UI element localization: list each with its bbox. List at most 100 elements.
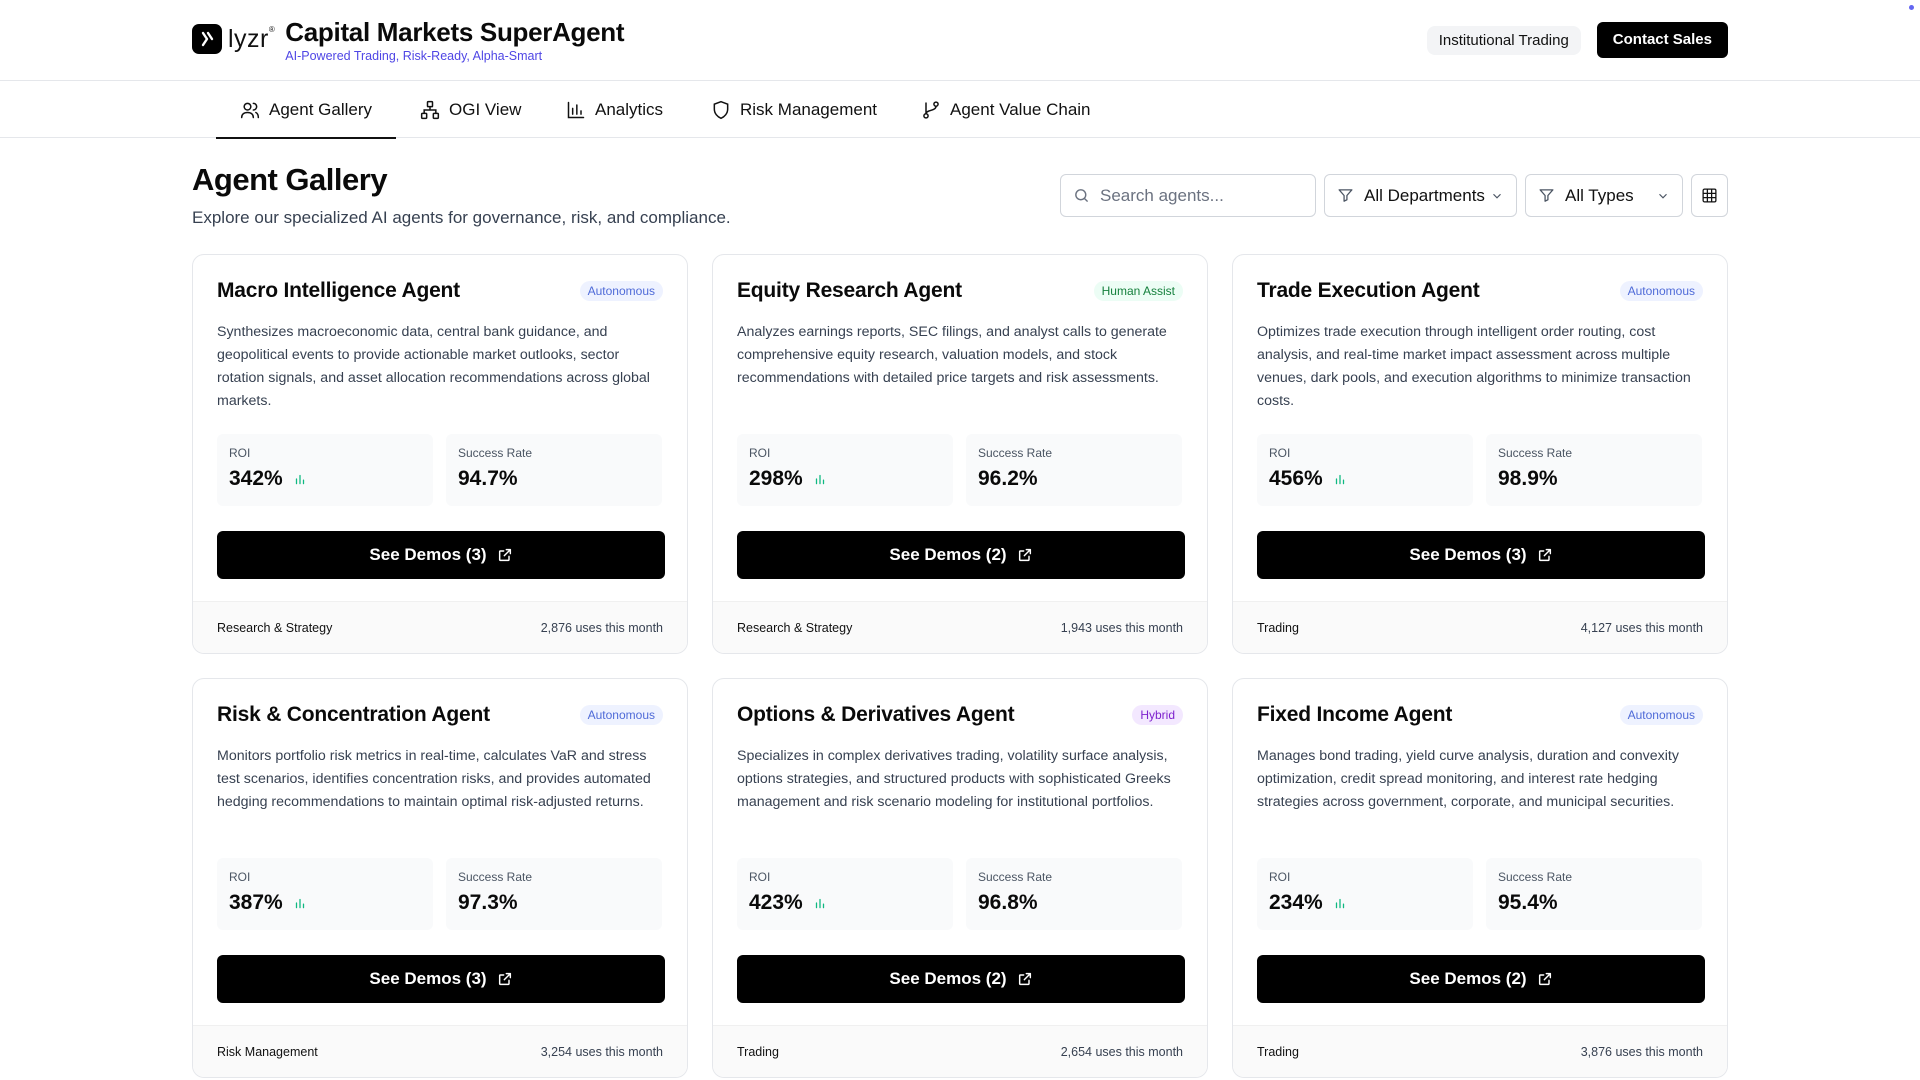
- roi-value: 342%: [229, 467, 283, 490]
- external-link-icon: [498, 972, 511, 986]
- success-rate-metric: Success Rate 97.3%: [446, 858, 662, 930]
- card-footer: Trading 3,876 uses this month: [1233, 1025, 1727, 1077]
- agent-department: Trading: [1257, 620, 1299, 635]
- agent-type-badge: Autonomous: [1619, 705, 1703, 725]
- success-rate-value: 98.9%: [1498, 467, 1558, 490]
- department-select-value: All Departments: [1364, 185, 1485, 205]
- search-input[interactable]: [1100, 185, 1300, 206]
- app-title: Capital Markets SuperAgent: [285, 17, 625, 47]
- bar-chart-icon: [567, 101, 585, 118]
- roi-metric: ROI 342%: [217, 434, 433, 506]
- agent-card: Options & Derivatives Agent Hybrid Speci…: [712, 678, 1208, 1078]
- see-demos-label: See Demos (2): [889, 545, 1007, 564]
- logo-mark-icon: [192, 24, 222, 54]
- agent-department: Research & Strategy: [217, 620, 333, 635]
- success-rate-label: Success Rate: [1498, 446, 1573, 460]
- success-rate-value: 94.7%: [458, 467, 518, 490]
- roi-label: ROI: [229, 870, 251, 884]
- agent-card: Macro Intelligence Agent Autonomous Synt…: [192, 254, 688, 654]
- tab-label: Analytics: [595, 99, 664, 119]
- filter-icon: [1539, 189, 1554, 202]
- see-demos-button[interactable]: See Demos (2): [737, 531, 1185, 579]
- roi-metric: ROI 298%: [737, 434, 953, 506]
- agent-name: Equity Research Agent: [737, 279, 962, 302]
- tab-risk-management[interactable]: Risk Management: [711, 81, 877, 138]
- agent-name: Options & Derivatives Agent: [737, 703, 1015, 726]
- agent-card: Equity Research Agent Human Assist Analy…: [712, 254, 1208, 654]
- see-demos-label: See Demos (3): [1409, 545, 1527, 564]
- network-icon: [420, 100, 440, 119]
- grid-view-button[interactable]: [1691, 174, 1728, 217]
- roi-value: 234%: [1269, 891, 1323, 914]
- tab-label: Agent Gallery: [269, 99, 372, 119]
- brand: lyzr® Capital Markets SuperAgent AI-Powe…: [192, 16, 625, 63]
- see-demos-button[interactable]: See Demos (2): [1257, 955, 1705, 1003]
- tab-ogi-view[interactable]: OGI View: [420, 81, 521, 138]
- usage-count: 4,127 uses this month: [1580, 620, 1703, 635]
- roi-value: 456%: [1269, 467, 1323, 490]
- success-rate-metric: Success Rate 96.2%: [966, 434, 1182, 506]
- success-rate-metric: Success Rate 94.7%: [446, 434, 662, 506]
- success-rate-value: 96.2%: [978, 467, 1038, 490]
- card-footer: Risk Management 3,254 uses this month: [193, 1025, 687, 1077]
- agent-department: Risk Management: [217, 1044, 318, 1059]
- search-box: [1060, 174, 1316, 217]
- type-select[interactable]: All Types: [1525, 174, 1683, 217]
- external-link-icon: [1018, 972, 1031, 986]
- agent-name: Macro Intelligence Agent: [217, 279, 460, 302]
- see-demos-button[interactable]: See Demos (3): [1257, 531, 1705, 579]
- agent-card: Fixed Income Agent Autonomous Manages bo…: [1232, 678, 1728, 1078]
- roi-value: 387%: [229, 891, 283, 914]
- main-tabs: Agent Gallery OGI View Analytics Risk Ma…: [0, 81, 1920, 139]
- department-select[interactable]: All Departments: [1324, 174, 1517, 217]
- agent-description: Optimizes trade execution through intell…: [1257, 324, 1691, 409]
- bar-chart-icon: [295, 898, 304, 909]
- filter-controls: All Departments All Types: [1060, 174, 1728, 217]
- usage-count: 2,876 uses this month: [540, 620, 663, 635]
- see-demos-label: See Demos (2): [1409, 969, 1527, 988]
- tab-agent-value-chain[interactable]: Agent Value Chain: [921, 81, 1091, 138]
- success-rate-metric: Success Rate 96.8%: [966, 858, 1182, 930]
- roi-metric: ROI 456%: [1257, 434, 1473, 506]
- roi-metric: ROI 387%: [217, 858, 433, 930]
- see-demos-button[interactable]: See Demos (3): [217, 531, 665, 579]
- agent-type-badge: Autonomous: [1619, 281, 1703, 301]
- card-footer: Trading 4,127 uses this month: [1233, 601, 1727, 653]
- search-icon: [1075, 189, 1088, 202]
- see-demos-label: See Demos (3): [369, 969, 487, 988]
- agent-department: Trading: [737, 1044, 779, 1059]
- see-demos-button[interactable]: See Demos (2): [737, 955, 1185, 1003]
- agent-name: Fixed Income Agent: [1257, 703, 1453, 726]
- tab-agent-gallery[interactable]: Agent Gallery: [216, 81, 396, 139]
- tab-analytics[interactable]: Analytics: [566, 81, 663, 138]
- roi-label: ROI: [749, 446, 771, 460]
- card-footer: Trading 2,654 uses this month: [713, 1025, 1207, 1077]
- agent-description: Analyzes earnings reports, SEC filings, …: [737, 324, 1167, 386]
- usage-count: 2,654 uses this month: [1060, 1044, 1183, 1059]
- see-demos-button[interactable]: See Demos (3): [217, 955, 665, 1003]
- bar-chart-icon: [295, 474, 304, 485]
- usage-count: 3,254 uses this month: [540, 1044, 663, 1059]
- filter-icon: [1338, 189, 1353, 202]
- success-rate-metric: Success Rate 98.9%: [1486, 434, 1702, 506]
- institutional-trading-badge: Institutional Trading: [1426, 25, 1581, 55]
- success-rate-value: 95.4%: [1498, 891, 1558, 914]
- roi-metric: ROI 423%: [737, 858, 953, 930]
- agent-description: Monitors portfolio risk metrics in real-…: [217, 748, 651, 810]
- bar-chart-icon: [1335, 898, 1344, 909]
- roi-label: ROI: [1269, 446, 1291, 460]
- success-rate-label: Success Rate: [978, 870, 1053, 884]
- type-select-value: All Types: [1565, 185, 1634, 205]
- success-rate-value: 97.3%: [458, 891, 518, 914]
- agent-card: Risk & Concentration Agent Autonomous Mo…: [192, 678, 688, 1078]
- external-link-icon: [498, 548, 511, 562]
- agent-card: Trade Execution Agent Autonomous Optimiz…: [1232, 254, 1728, 654]
- roi-value: 298%: [749, 467, 803, 490]
- agent-description: Specializes in complex derivatives tradi…: [737, 748, 1171, 810]
- roi-label: ROI: [229, 446, 251, 460]
- agent-description: Manages bond trading, yield curve analys…: [1257, 748, 1679, 810]
- contact-sales-button[interactable]: Contact Sales: [1596, 22, 1728, 58]
- agent-department: Research & Strategy: [737, 620, 853, 635]
- external-link-icon: [1538, 548, 1551, 562]
- agent-card-grid: Macro Intelligence Agent Autonomous Synt…: [192, 254, 1728, 1078]
